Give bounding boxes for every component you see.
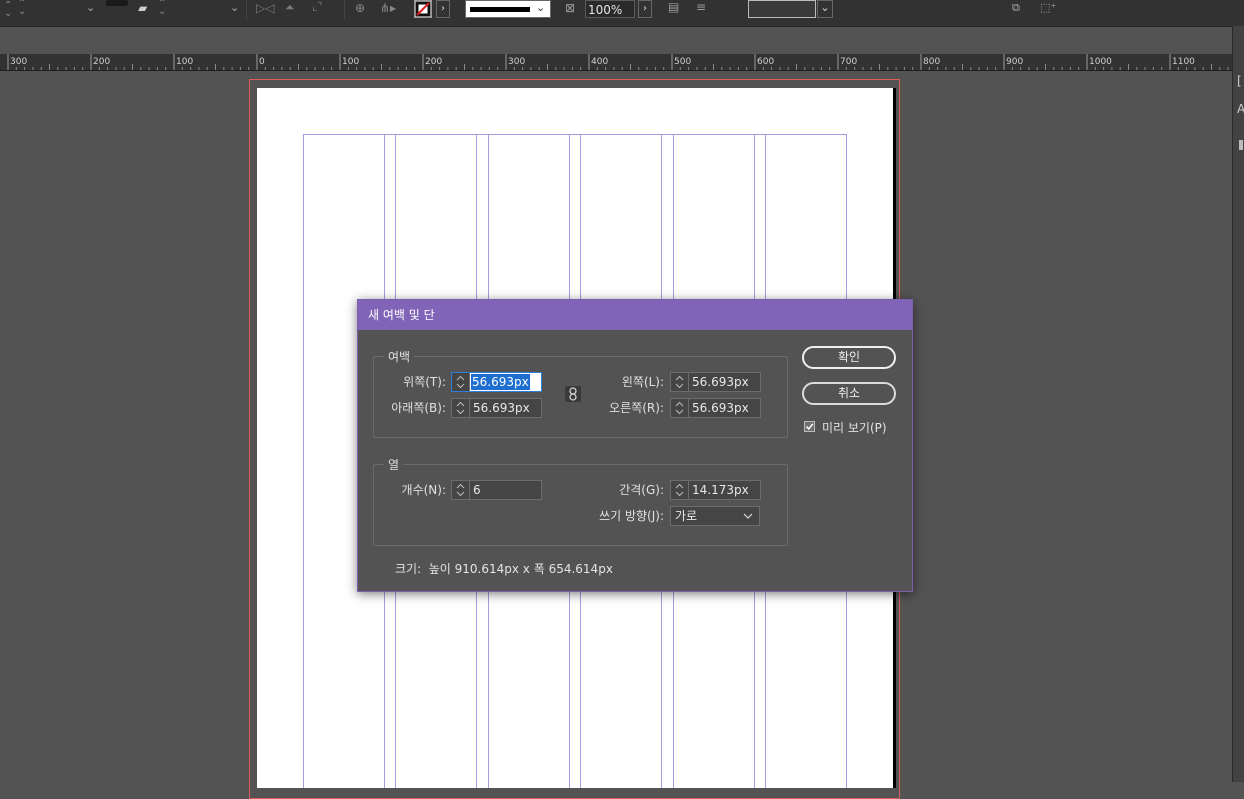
bottom-margin-value: 56.693px [473, 401, 530, 415]
writing-direction-select[interactable]: 가로 [670, 506, 760, 526]
ruler-label: 400 [591, 57, 608, 67]
chain-link-icon[interactable] [565, 386, 581, 402]
right-margin-value: 56.693px [692, 401, 749, 415]
ruler-label: 500 [674, 57, 691, 67]
ruler-label: 600 [757, 57, 774, 67]
writing-direction-label: 쓰기 방향(J): [599, 509, 664, 523]
ruler-label: 900 [1006, 57, 1023, 67]
column-count-field[interactable]: 6 [451, 480, 542, 500]
wrap-options-icon[interactable]: ≡ [696, 0, 706, 20]
right-panel-edge[interactable]: [ A [1232, 26, 1244, 782]
reference-point-icon[interactable] [106, 0, 128, 6]
stepper-icon[interactable] [671, 399, 689, 417]
preview-label[interactable]: 미리 보기(P) [822, 419, 887, 436]
dropdown-icon[interactable]: ⌄ [230, 1, 239, 21]
stepper-icon[interactable]: ⌃ ⌄ [18, 0, 26, 20]
preview-checkbox[interactable] [804, 421, 815, 432]
top-margin-field[interactable]: 56.693px [451, 372, 542, 392]
rotate-icon[interactable]: ⏶ [285, 0, 295, 20]
panel-glyph: [ [1237, 74, 1242, 88]
more-icon[interactable]: › [436, 0, 450, 18]
top-margin-label: 위쪽(T): [403, 375, 446, 389]
ruler-label: 0 [259, 57, 265, 67]
size-info: 크기: 높이 910.614px x 폭 654.614px [395, 562, 613, 576]
transform-icon[interactable]: ⬚⁺ [1040, 1, 1056, 21]
stepper-icon[interactable]: ⌃ ⌄ [4, 1, 12, 22]
flip-icon[interactable]: ▷◁ [256, 1, 274, 21]
dialog-title[interactable]: 새 여백 및 단 [358, 300, 912, 330]
ok-button[interactable]: 확인 [802, 346, 896, 369]
stepper-icon[interactable] [671, 481, 689, 499]
stepper-icon[interactable] [452, 373, 470, 391]
frame-fit-icon[interactable]: ⊠ [565, 1, 575, 21]
separator [246, 0, 247, 20]
more-icon[interactable]: › [638, 0, 652, 18]
stroke-style-icon[interactable]: ⌄ [465, 0, 551, 18]
text-wrap-icon[interactable]: ▤ [668, 0, 679, 20]
gutter-label: 간격(G): [619, 483, 664, 497]
arrange-icon[interactable]: ⧉ [1012, 1, 1020, 21]
left-margin-label: 왼쪽(L): [621, 375, 664, 389]
dropdown-icon[interactable]: ⌄ [86, 1, 95, 21]
distribute-icon[interactable]: ⋔▸ [380, 1, 396, 21]
panel-glyph: A [1237, 102, 1244, 116]
zoom-field[interactable]: 100% [585, 0, 635, 18]
ruler-label: 300 [508, 57, 525, 67]
corner-icon[interactable]: ⌞⌝ [312, 0, 322, 20]
ruler-label: 1000 [1089, 57, 1112, 67]
top-margin-value: 56.693px [471, 374, 530, 390]
right-margin-label: 오른쪽(R): [609, 401, 664, 415]
gutter-value: 14.173px [692, 483, 749, 497]
ruler-label: 800 [923, 57, 940, 67]
ruler-label: 100 [342, 57, 359, 67]
bottom-margin-field[interactable]: 56.693px [451, 398, 542, 418]
cancel-button[interactable]: 취소 [802, 382, 896, 405]
control-bar: ⌃ ⌄ ⌃ ⌄ ⌄ ▰ ⌃ ⌄ ⌄ ▷◁ ⏶ ⌞⌝ ⊕ ⋔▸ › ⌄ ⊠ 100% ›… [0, 0, 1244, 27]
writing-direction-value: 가로 [675, 509, 698, 523]
margins-columns-dialog: 새 여백 및 단 여백 위쪽(T): 56.693px 아래쪽(B): 56.6… [357, 299, 913, 592]
align-icon[interactable]: ⊕ [355, 1, 365, 21]
ruler-label: 1100 [1172, 57, 1195, 67]
left-margin-value: 56.693px [692, 375, 749, 389]
chevron-down-icon [743, 510, 753, 524]
ruler-label: 700 [840, 57, 857, 67]
ruler-label: 200 [93, 57, 110, 67]
stepper-icon[interactable] [671, 373, 689, 391]
ruler-label: 100 [176, 57, 193, 67]
margins-group-label: 여백 [384, 348, 415, 365]
stroke-swatch-icon[interactable] [414, 0, 432, 18]
column-count-value: 6 [473, 483, 481, 497]
separator [344, 0, 345, 20]
column-count-label: 개수(N): [401, 483, 446, 497]
bottom-margin-label: 아래쪽(B): [391, 401, 446, 415]
object-style-field[interactable] [748, 0, 816, 18]
columns-group-label: 열 [384, 456, 404, 473]
stepper-icon[interactable] [452, 481, 470, 499]
gutter-field[interactable]: 14.173px [670, 480, 761, 500]
right-margin-field[interactable]: 56.693px [670, 398, 761, 418]
dropdown-icon[interactable]: ⌄ [817, 0, 833, 18]
stepper-icon[interactable] [452, 399, 470, 417]
stepper-icon[interactable]: ⌃ ⌄ [158, 0, 166, 20]
slant-icon[interactable]: ▰ [138, 1, 147, 21]
horizontal-ruler[interactable]: 300 200 100 0 100 200 300 400 500 600 700 800 900 100… [0, 54, 1232, 71]
left-margin-field[interactable]: 56.693px [670, 372, 761, 392]
panel-grip-icon[interactable] [1239, 140, 1243, 150]
ruler-label: 200 [425, 57, 442, 67]
columns-group: 열 [373, 456, 788, 546]
ruler-label: 300 [10, 57, 27, 67]
